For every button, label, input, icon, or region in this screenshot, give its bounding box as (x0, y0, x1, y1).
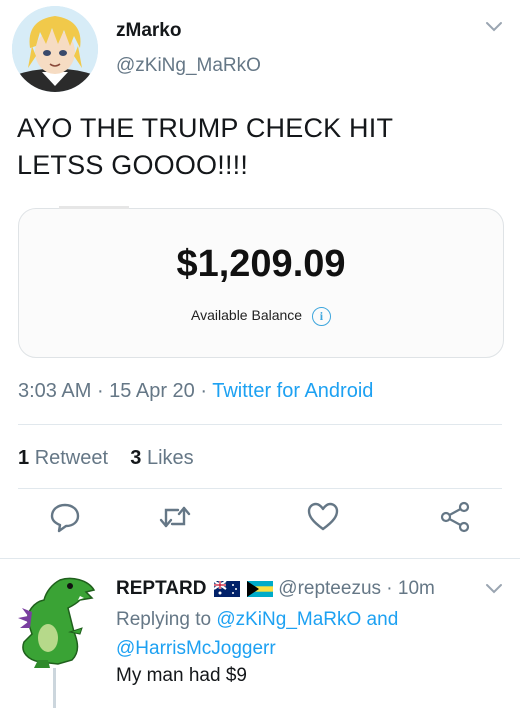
balance-label: Available Balance (191, 307, 303, 324)
reply-icon[interactable] (48, 500, 82, 534)
balance-card-image[interactable]: $1,209.09 Available Balance i (18, 206, 504, 358)
thread-connector-line (53, 668, 56, 708)
divider (0, 558, 520, 559)
retweet-count: 1 (18, 447, 30, 469)
like-label: Likes (146, 447, 194, 469)
divider (18, 488, 502, 489)
reply-author-handle[interactable]: @repteezus (278, 578, 381, 599)
tweet-time: 3:03 AM (18, 380, 92, 402)
mention-and: and (361, 609, 399, 630)
retweet-label: Retweet (34, 447, 109, 469)
retweets-stat[interactable]: 1 Retweet (18, 447, 108, 469)
balance-label-row: Available Balance i (19, 307, 503, 326)
tweet-text-line-1: AYO THE TRUMP CHECK HIT (17, 113, 394, 143)
tweet-text-line-2: LETSS GOOOO!!!! (17, 150, 249, 180)
tweet-source-link[interactable]: Twitter for Android (212, 380, 373, 402)
reply-header: REPTARD @repteezus · 10m (116, 578, 435, 600)
tweet-text: AYO THE TRUMP CHECK HIT LETSS GOOOO!!!! (17, 110, 497, 184)
retweet-icon[interactable] (158, 500, 192, 534)
like-count: 3 (130, 447, 142, 469)
tweet-date: 15 Apr 20 (109, 380, 195, 402)
mention-link[interactable]: @zKiNg_MaRkO (216, 609, 361, 630)
replying-prefix: Replying to (116, 609, 217, 630)
author-name[interactable]: zMarko (116, 20, 181, 42)
reply-time: 10m (397, 578, 435, 599)
tweet-stats: 1 Retweet 3 Likes (18, 447, 194, 470)
reply-author-name[interactable]: REPTARD (116, 578, 206, 599)
australia-flag-icon (213, 580, 240, 597)
card-edge-artifact (59, 206, 129, 209)
meta-separator: · (91, 380, 110, 402)
replying-to: Replying to @zKiNg_MaRkO and @HarrisMcJo… (116, 605, 496, 663)
like-icon[interactable] (306, 500, 340, 534)
tweet-metadata: 3:03 AM · 15 Apr 20 · Twitter for Androi… (18, 380, 373, 403)
chevron-down-icon[interactable] (484, 20, 504, 34)
tweet-actions (0, 500, 520, 550)
author-avatar[interactable] (12, 6, 98, 92)
info-icon: i (311, 307, 331, 326)
divider (18, 424, 502, 425)
mention-link[interactable]: @HarrisMcJoggerr (116, 638, 276, 659)
reply-avatar[interactable] (10, 572, 102, 672)
share-icon[interactable] (438, 500, 472, 534)
bahamas-flag-icon (247, 580, 273, 597)
chevron-down-icon[interactable] (484, 582, 504, 596)
reply-separator: · (381, 578, 398, 599)
meta-separator: · (194, 380, 213, 402)
reply-text: My man had $9 (116, 665, 247, 686)
author-handle[interactable]: @zKiNg_MaRkO (116, 55, 261, 77)
likes-stat[interactable]: 3 Likes (130, 447, 193, 469)
balance-amount: $1,209.09 (176, 243, 346, 285)
